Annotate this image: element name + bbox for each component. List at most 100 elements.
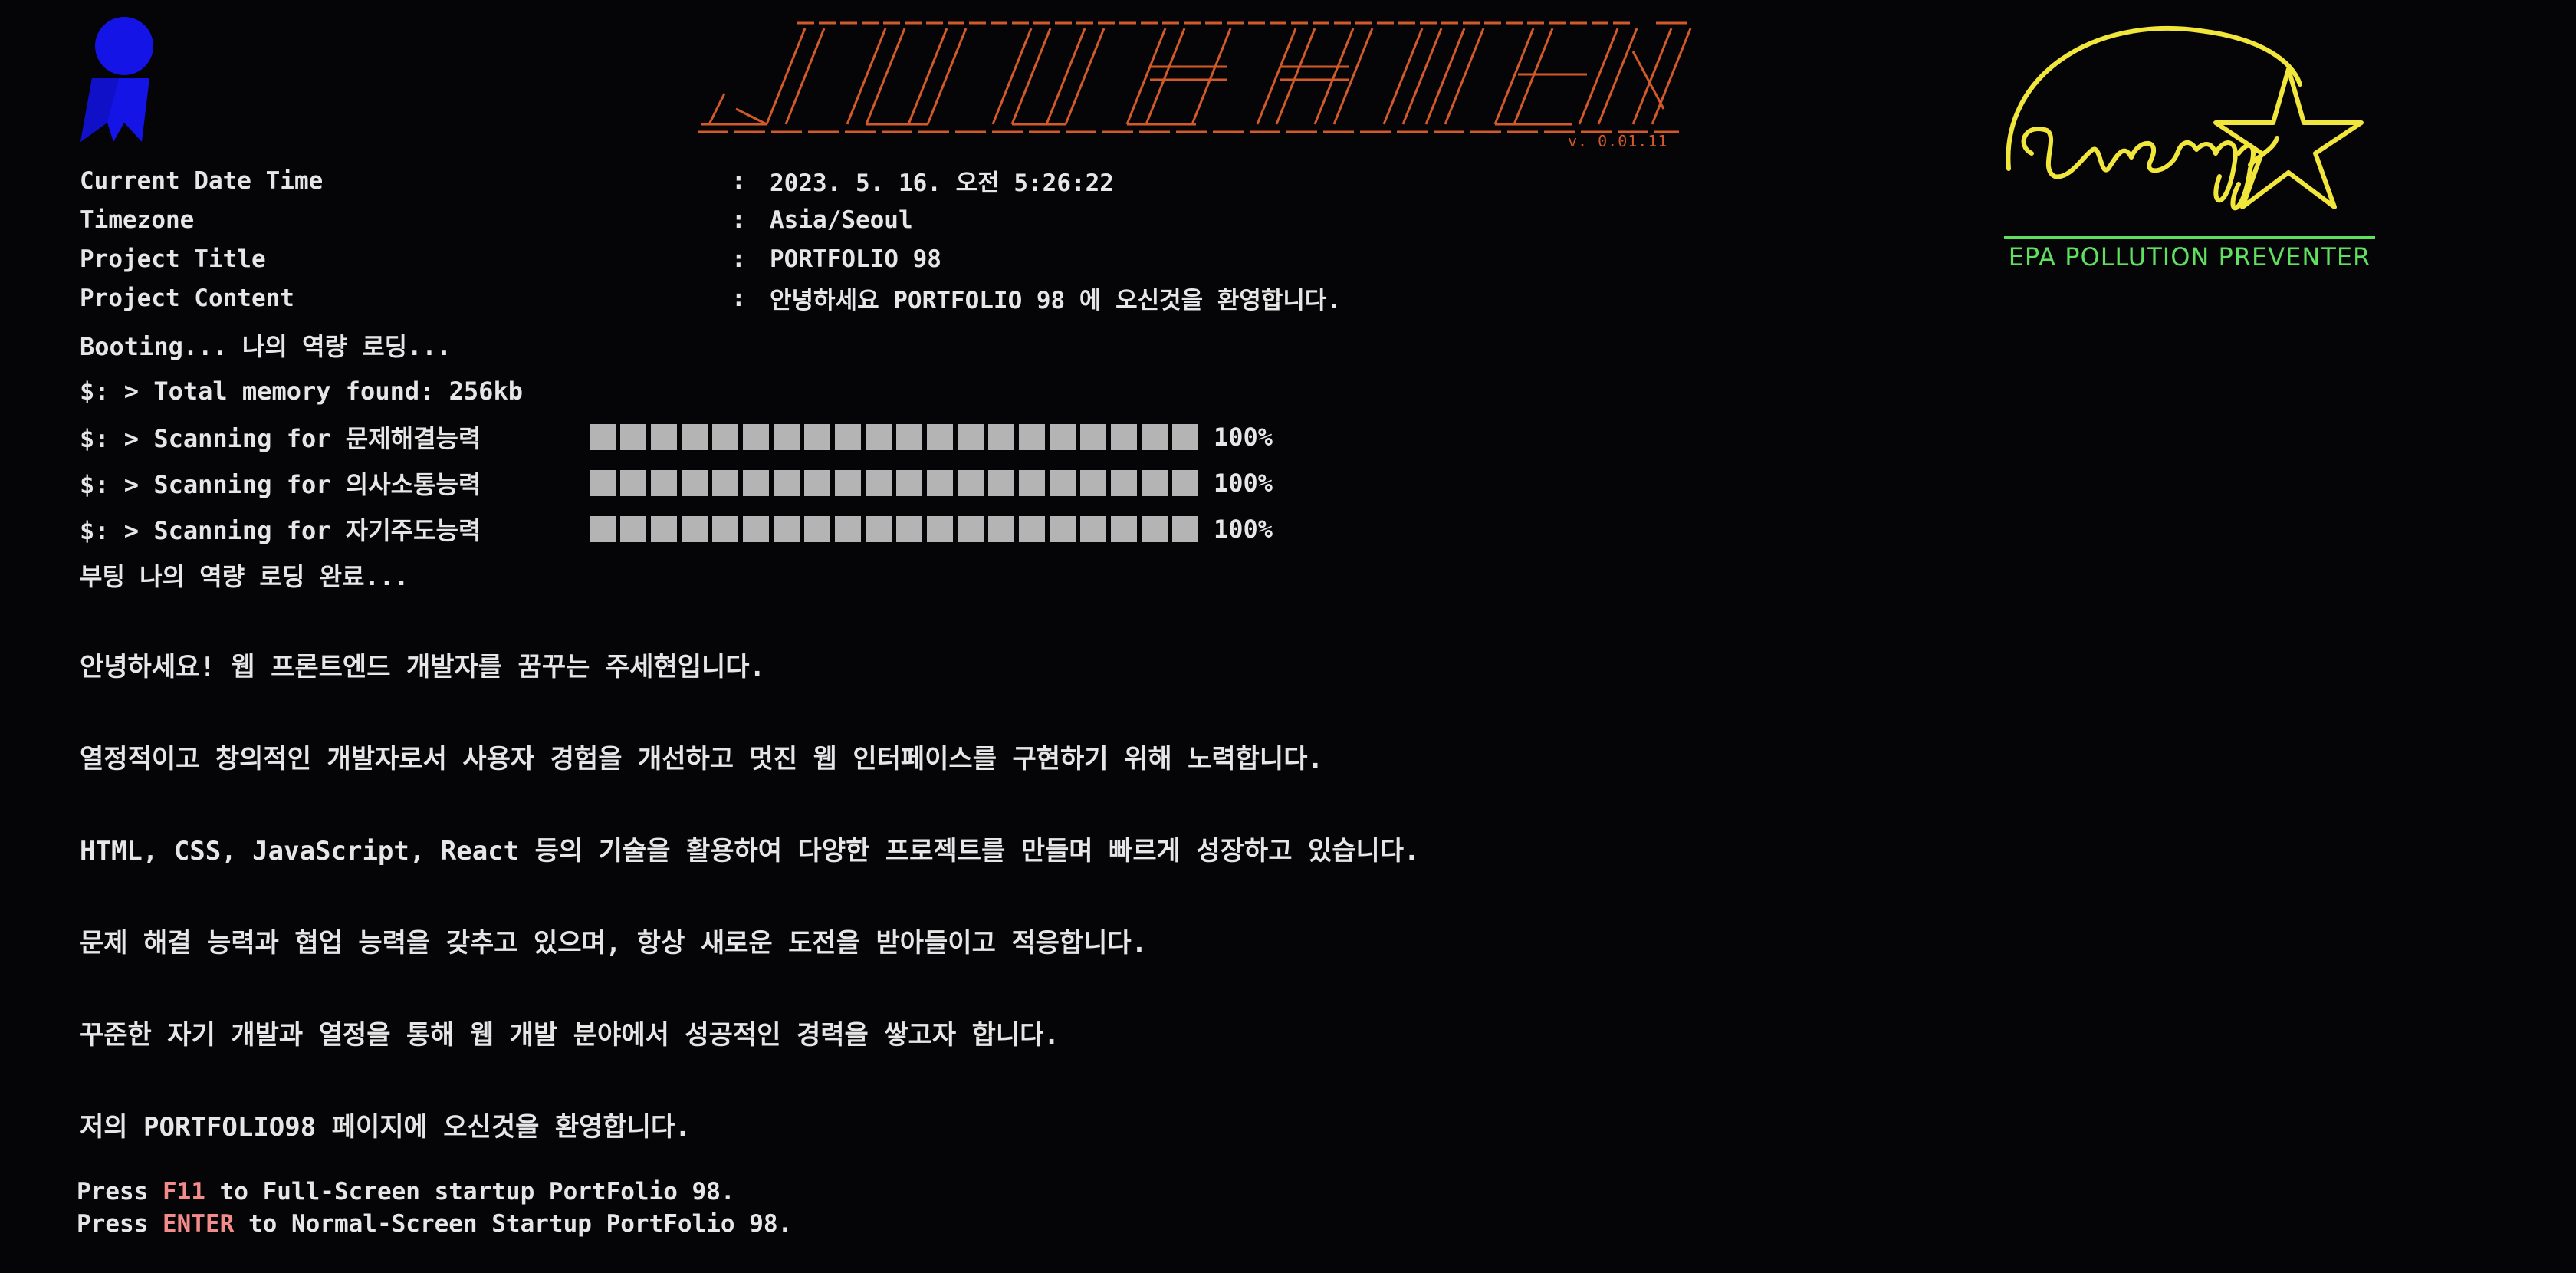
progress-block	[835, 470, 861, 496]
progress-block	[804, 424, 830, 450]
progress-block	[590, 470, 616, 496]
progress-block	[712, 424, 738, 450]
progress-block	[1080, 516, 1106, 542]
progress-bar	[590, 516, 1198, 542]
info-value: Asia/Seoul	[770, 206, 913, 234]
progress-block	[590, 424, 616, 450]
press-f11-prompt[interactable]: Press F11 to Full-Screen startup PortFol…	[77, 1176, 792, 1208]
progress-block	[1019, 470, 1045, 496]
info-key: Current Date Time	[80, 166, 324, 195]
press-suffix: to Normal-Screen Startup PortFolio 98.	[234, 1210, 793, 1238]
info-colon: :	[731, 245, 746, 273]
progress-block	[866, 516, 892, 542]
progress-block	[1172, 424, 1198, 450]
enter-key[interactable]: ENTER	[163, 1210, 234, 1238]
progress-block	[958, 516, 984, 542]
progress-block	[682, 470, 708, 496]
progress-block	[620, 516, 646, 542]
progress-block	[866, 424, 892, 450]
progress-block	[804, 516, 830, 542]
scan-percent: 100%	[1214, 515, 1273, 544]
boot-log: Booting... 나의 역량 로딩... $: > Total memory…	[80, 322, 1273, 598]
progress-block	[1019, 424, 1045, 450]
scan-line: $: > Scanning for 문제해결능력 100%	[80, 414, 1273, 460]
progress-block	[804, 470, 830, 496]
progress-block	[835, 516, 861, 542]
scan-label: $: > Scanning for 의사소통능력	[80, 470, 481, 499]
info-row-timezone: Timezone : Asia/Seoul	[80, 200, 1341, 239]
progress-block	[927, 516, 953, 542]
press-prefix: Press	[77, 1178, 163, 1206]
scan-percent: 100%	[1214, 423, 1273, 452]
progress-block	[1050, 424, 1076, 450]
startup-prompts: Press F11 to Full-Screen startup PortFol…	[77, 1176, 792, 1240]
info-key: Project Content	[80, 284, 294, 312]
boot-memory-line: $: > Total memory found: 256kb	[80, 377, 523, 406]
progress-block	[651, 470, 677, 496]
press-suffix: to Full-Screen startup PortFolio 98.	[205, 1178, 735, 1206]
about-section: 안녕하세요! 웹 프론트엔드 개발자를 꿈꾸는 주세현입니다. 열정적이고 창의…	[80, 644, 1420, 1196]
progress-block	[682, 424, 708, 450]
progress-block	[927, 470, 953, 496]
scan-label: $: > Scanning for 자기주도능력	[80, 516, 481, 545]
progress-block	[682, 516, 708, 542]
info-colon: :	[731, 284, 746, 312]
progress-block	[1111, 516, 1137, 542]
system-info: Current Date Time : 2023. 5. 16. 오전 5:26…	[80, 161, 1341, 317]
progress-block	[1142, 470, 1168, 496]
scan-line: $: > Scanning for 의사소통능력 100%	[80, 460, 1273, 506]
progress-block	[774, 516, 800, 542]
progress-block	[866, 470, 892, 496]
progress-block	[1050, 470, 1076, 496]
info-row-datetime: Current Date Time : 2023. 5. 16. 오전 5:26…	[80, 161, 1341, 200]
progress-block	[712, 470, 738, 496]
info-row-project-title: Project Title : PORTFOLIO 98	[80, 239, 1341, 278]
progress-block	[1080, 470, 1106, 496]
boot-done-line: 부팅 나의 역량 로딩 완료...	[80, 562, 409, 591]
info-key: Project Title	[80, 245, 266, 273]
progress-bar	[590, 424, 1198, 450]
info-row-project-content: Project Content : 안녕하세요 PORTFOLIO 98 에 오…	[80, 278, 1341, 317]
progress-block	[743, 516, 769, 542]
progress-block	[1050, 516, 1076, 542]
scan-percent: 100%	[1214, 469, 1273, 498]
progress-block	[896, 424, 922, 450]
info-colon: :	[731, 166, 746, 195]
version-label: v. 0.01.11	[1568, 132, 1668, 150]
progress-block	[743, 424, 769, 450]
scan-label: $: > Scanning for 문제해결능력	[80, 424, 481, 453]
info-value: 2023. 5. 16. 오전 5:26:22	[770, 169, 1114, 197]
progress-bar	[590, 470, 1198, 496]
progress-block	[1142, 424, 1168, 450]
progress-block	[651, 424, 677, 450]
about-paragraph: 꾸준한 자기 개발과 열정을 통해 웹 개발 분야에서 성공적인 경력을 쌓고자…	[80, 1020, 1060, 1051]
progress-block	[774, 424, 800, 450]
press-enter-prompt[interactable]: Press ENTER to Normal-Screen Startup Por…	[77, 1208, 792, 1240]
about-paragraph: HTML, CSS, JavaScript, React 등의 기술을 활용하여…	[80, 836, 1420, 867]
progress-block	[651, 516, 677, 542]
info-value: 안녕하세요 PORTFOLIO 98 에 오신것을 환영합니다.	[770, 287, 1342, 314]
progress-block	[590, 516, 616, 542]
boot-start-line: Booting... 나의 역량 로딩...	[80, 332, 452, 361]
press-prefix: Press	[77, 1210, 163, 1238]
progress-block	[1111, 424, 1137, 450]
scan-line: $: > Scanning for 자기주도능력 100%	[80, 506, 1273, 552]
info-value: PORTFOLIO 98	[770, 245, 941, 273]
about-paragraph: 열정적이고 창의적인 개발자로서 사용자 경험을 개선하고 멋진 웹 인터페이스…	[80, 744, 1323, 775]
progress-block	[927, 424, 953, 450]
ascii-name-banner	[698, 21, 1692, 133]
progress-block	[774, 470, 800, 496]
info-colon: :	[731, 206, 746, 234]
progress-block	[835, 424, 861, 450]
progress-block	[988, 424, 1014, 450]
progress-block	[988, 516, 1014, 542]
about-paragraph: 문제 해결 능력과 협업 능력을 갖추고 있으며, 항상 새로운 도전을 받아들…	[80, 928, 1148, 959]
progress-block	[1142, 516, 1168, 542]
progress-block	[1111, 470, 1137, 496]
about-paragraph: 안녕하세요! 웹 프론트엔드 개발자를 꿈꾸는 주세현입니다.	[80, 652, 766, 683]
progress-block	[896, 516, 922, 542]
f11-key[interactable]: F11	[163, 1178, 205, 1206]
info-key: Timezone	[80, 206, 195, 234]
progress-block	[1172, 470, 1198, 496]
energy-star-logo-icon	[2006, 25, 2364, 211]
